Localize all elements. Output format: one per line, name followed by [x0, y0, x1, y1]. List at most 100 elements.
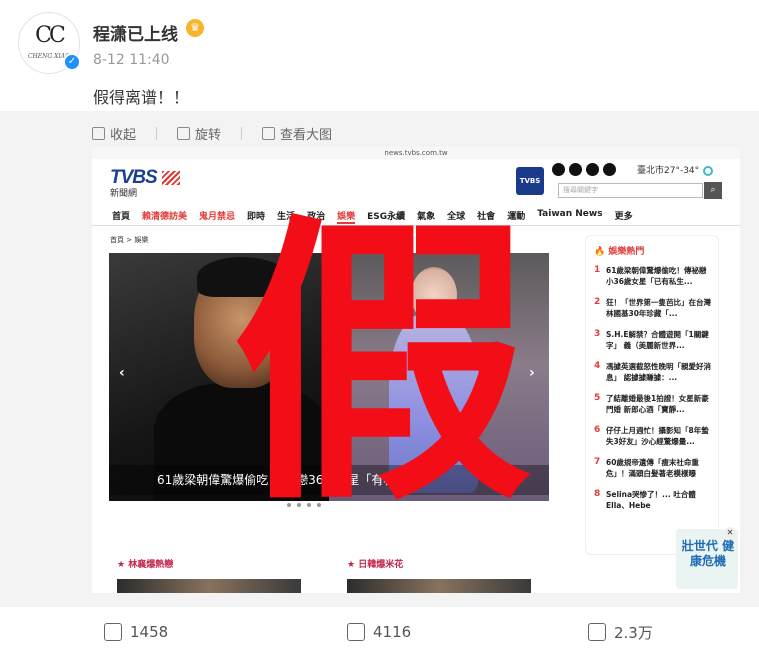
collapse-button[interactable]: 收起	[92, 124, 136, 143]
comment-button[interactable]: 4116	[347, 617, 411, 647]
carousel-photo-left	[109, 253, 329, 501]
view-large-button[interactable]: 查看大图	[262, 124, 332, 143]
thumbs-up-icon	[588, 623, 606, 641]
twitter-icon	[603, 163, 616, 176]
rotate-button[interactable]: 旋转	[177, 124, 221, 143]
media-panel: 收起 旋转 查看大图 news.tvbs.com.tw TVBS 新聞網 TVB…	[0, 111, 759, 607]
hot-rank: 3	[594, 329, 601, 339]
category-card: ★ 日韓爆米花	[339, 549, 539, 593]
photo-shape	[197, 257, 287, 297]
nav-item: 首頁	[112, 212, 131, 222]
share-count: 1458	[130, 623, 169, 641]
chevron-left-icon: ‹	[119, 365, 125, 381]
view-large-label: 查看大图	[280, 127, 333, 143]
hot-headline: 狂！「世界第一隻芭比」在台灣 林國基30年珍藏「...	[606, 298, 711, 318]
avatar[interactable]: CC CHENG XIAO ✓	[18, 12, 81, 74]
nav-item: 賴清德訪美	[142, 212, 188, 222]
nav-item: 社會	[477, 212, 496, 222]
hot-list-item: 4 馮據英選截怒性晚明「親愛好消息」 認據據賺據：...	[594, 361, 712, 383]
nav-item: 生活	[277, 212, 296, 222]
zoom-icon	[262, 126, 276, 140]
hot-list-item: 5 了結離婚最後1拍證！女星新豪門婚 新郎心酒「寶靜...	[594, 393, 712, 415]
hot-rank: 8	[594, 489, 601, 499]
line-icon	[586, 163, 599, 176]
collapse-label: 收起	[110, 127, 137, 143]
hot-list-item: 8 Selina哭惨了！... 吐合體Ella、Hebe	[594, 489, 712, 511]
hot-headline: 了結離婚最後1拍證！女星新豪門婚 新郎心酒「寶靜...	[606, 394, 709, 414]
category-card-image	[347, 579, 531, 593]
hot-headline: Selina哭惨了！... 吐合體Ella、Hebe	[606, 490, 696, 510]
youtube-icon	[569, 163, 582, 176]
weather-icon	[703, 165, 714, 176]
hot-rank: 6	[594, 425, 601, 435]
hot-headline: 仔仔上月週忙！攝影知「8年蟄失3好友」沙心經驚爆量...	[606, 426, 709, 446]
nav-item-active: 娛樂	[337, 209, 356, 224]
nav-divider	[92, 225, 740, 226]
hot-list-item: 2 狂！「世界第一隻芭比」在台灣 林國基30年珍藏「...	[594, 297, 712, 319]
share-icon	[104, 623, 122, 641]
collapse-icon	[92, 126, 105, 140]
carousel-dot	[307, 503, 311, 507]
news-carousel: 61歲梁朝偉驚爆偷吃 傳祕戀36歲女星「有私生子」 ‹ ›	[109, 253, 549, 501]
logo-stripes	[162, 171, 180, 185]
site-search-input: 搜尋關鍵字	[558, 183, 703, 198]
post-image[interactable]: news.tvbs.com.tw TVBS 新聞網 TVBS 臺北市27°-34…	[92, 147, 740, 593]
nav-item: 鬼月禁忌	[199, 212, 236, 222]
weather-text: 臺北市27°-34°	[637, 166, 700, 176]
breadcrumb: 首頁 > 娛樂	[110, 236, 149, 244]
nav-item: 全球	[447, 212, 466, 222]
hot-rank: 2	[594, 297, 601, 307]
hot-list-item: 6 仔仔上月週忙！攝影知「8年蟄失3好友」沙心經驚爆量...	[594, 425, 712, 447]
rotate-icon	[177, 126, 191, 140]
facebook-icon	[552, 163, 565, 176]
hot-rank: 7	[594, 457, 601, 467]
post-text: 假得离谱！！	[93, 88, 190, 107]
hot-list-title-text: 娛樂熱門	[608, 247, 645, 257]
hot-list-item: 7 60歲規帝遺傳「瘦末社命重危」！滿頭白髮著老模樣曝	[594, 457, 712, 479]
nav-item: ESG永續	[367, 212, 406, 222]
toolbar-divider	[156, 126, 158, 140]
hot-list-item: 1 61歲梁朝偉驚爆偷吃！傳祕戀小36歲女星「已有私生...	[594, 265, 712, 287]
social-icons	[552, 163, 616, 176]
share-button[interactable]: 1458	[104, 617, 168, 647]
category-card-image	[117, 579, 301, 593]
comment-count: 4116	[373, 623, 412, 641]
category-card-label: 日韓爆米花	[358, 560, 404, 570]
hot-list-title: 🔥 娛樂熱門	[594, 244, 712, 257]
carousel-dot	[317, 503, 321, 507]
fire-icon: 🔥	[594, 247, 606, 257]
category-card-title: ★ 日韓爆米花	[347, 560, 404, 570]
like-count: 2.3万	[614, 623, 653, 642]
post-time[interactable]: 8-12 11:40	[93, 52, 170, 68]
media-toolbar: 收起 旋转 查看大图	[92, 123, 332, 143]
hot-list-panel: 🔥 娛樂熱門 1 61歲梁朝偉驚爆偷吃！傳祕戀小36歲女星「已有私生... 2 狂！…	[585, 235, 719, 555]
weather: 臺北市27°-34°	[637, 163, 714, 176]
search-icon: ⌕	[704, 182, 722, 199]
action-bar: 1458 4116 2.3万	[0, 617, 759, 651]
nav-item: 更多	[614, 212, 633, 222]
hot-headline: S.H.E解禁？合體遊開「1關鍵字」 義（美麗新世界...	[606, 330, 709, 350]
like-button[interactable]: 2.3万	[588, 617, 653, 647]
vip-crown-icon: ♛	[186, 19, 204, 37]
carousel-photo-right	[329, 253, 549, 501]
username[interactable]: 程潇已上线	[93, 20, 178, 45]
hot-rank: 4	[594, 361, 601, 371]
carousel-dot	[297, 503, 301, 507]
hot-rank: 1	[594, 265, 601, 275]
close-icon: ✕	[724, 527, 736, 539]
nav-item: Taiwan News	[537, 209, 603, 219]
category-card-title: ★ 林襄爆熱戀	[117, 560, 174, 570]
carousel-caption: 61歲梁朝偉驚爆偷吃 傳祕戀36歲女星「有私生子」	[109, 465, 549, 495]
category-card-label: 林襄爆熱戀	[128, 560, 174, 570]
hot-headline: 60歲規帝遺傳「瘦末社命重危」！滿頭白髮著老模樣曝	[606, 458, 699, 478]
browser-url: news.tvbs.com.tw	[92, 147, 740, 159]
site-nav: 首頁 賴清德訪美 鬼月禁忌 即時 生活 政治 娛樂 ESG永續 氣象 全球 社會…	[112, 209, 633, 224]
avatar-logo: CC	[35, 23, 66, 48]
nav-item: 運動	[507, 212, 526, 222]
ad-text: 壯世代 健康危機	[681, 539, 735, 568]
hot-list-item: 3 S.H.E解禁？合體遊開「1關鍵字」 義（美麗新世界...	[594, 329, 712, 351]
category-card: ★ 林襄爆熱戀	[109, 549, 309, 593]
hot-headline: 馮據英選截怒性晚明「親愛好消息」 認據據賺據：...	[606, 362, 711, 382]
post-header: CC CHENG XIAO ✓ 程潇已上线 ♛ 8-12 11:40	[18, 12, 738, 82]
hot-rank: 5	[594, 393, 601, 403]
